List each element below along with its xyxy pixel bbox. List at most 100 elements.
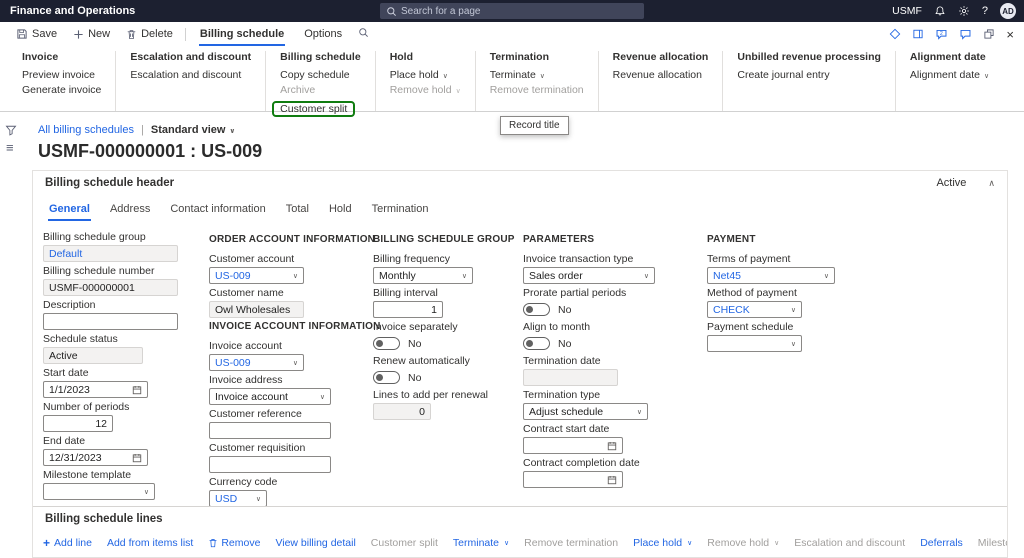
calendar-icon[interactable] <box>132 453 142 463</box>
alignment-date-dropdown[interactable]: Alignment date <box>910 69 989 81</box>
add-line-button[interactable]: Add line <box>43 536 92 550</box>
align-to-month-toggle[interactable]: No <box>523 335 663 352</box>
close-icon[interactable]: × <box>1006 28 1014 41</box>
customer-account-dropdown[interactable]: US-009 <box>209 267 304 284</box>
currency-code-dropdown[interactable]: USD <box>209 490 267 506</box>
termination-type-dropdown[interactable]: Adjust schedule <box>523 403 648 420</box>
prorate-partial-periods-toggle[interactable]: No <box>523 301 663 318</box>
open-in-new-window-icon[interactable] <box>983 28 995 40</box>
action-search-icon[interactable] <box>352 25 375 43</box>
tab-options[interactable]: Options <box>294 22 352 46</box>
tab-hold[interactable]: Hold <box>321 199 360 221</box>
tab-general[interactable]: General <box>41 199 98 221</box>
termination-date-field <box>523 369 618 386</box>
billing-schedule-group-field[interactable]: Default <box>43 245 178 262</box>
calendar-icon[interactable] <box>132 385 142 395</box>
invoice-account-dropdown[interactable]: US-009 <box>209 354 304 371</box>
bell-icon[interactable] <box>934 5 946 17</box>
collapse-chevron-icon[interactable] <box>988 178 995 189</box>
number-of-periods-field[interactable]: 12 <box>43 415 113 432</box>
help-icon[interactable]: ? <box>982 5 988 17</box>
calendar-icon[interactable] <box>607 475 617 485</box>
tab-termination[interactable]: Termination <box>364 199 437 221</box>
tab-address[interactable]: Address <box>102 199 158 221</box>
revenue-allocation-button[interactable]: Revenue allocation <box>613 69 709 81</box>
contract-start-date-field[interactable] <box>523 437 623 454</box>
schedule-status-field[interactable]: Active <box>43 347 143 364</box>
toggle-value: No <box>558 303 572 316</box>
tab-total[interactable]: Total <box>278 199 317 221</box>
app-title[interactable]: Finance and Operations <box>10 5 135 17</box>
field-label: Termination type <box>523 389 601 401</box>
breadcrumb-separator: | <box>141 124 144 136</box>
copy-schedule-button[interactable]: Copy schedule <box>280 69 361 81</box>
command-bar: Save New Delete Billing schedule Options… <box>0 22 1024 46</box>
field-value: Invoice account <box>215 390 288 403</box>
chat-icon[interactable] <box>959 28 972 41</box>
personalization-icon[interactable] <box>889 28 901 40</box>
method-of-payment-dropdown[interactable]: CHECK <box>707 301 802 318</box>
all-billing-schedules-link[interactable]: All billing schedules <box>38 124 134 136</box>
deferrals-button[interactable]: Deferrals <box>920 537 963 549</box>
tab-billing-schedule[interactable]: Billing schedule <box>190 22 294 46</box>
escalation-and-discount-button[interactable]: Escalation and discount <box>130 69 251 81</box>
billing-schedule-number-field[interactable]: USMF-000000001 <box>43 279 178 296</box>
place-hold-line-dropdown[interactable]: Place hold <box>633 537 692 549</box>
add-from-items-list-button[interactable]: Add from items list <box>107 537 193 549</box>
field-label: Invoice address <box>209 374 283 386</box>
billing-schedule-header-card: Billing schedule header Active General A… <box>32 170 1008 558</box>
pane-toggle-icon[interactable] <box>6 140 14 155</box>
start-date-field[interactable]: 1/1/2023 <box>43 381 148 398</box>
generate-invoice-button[interactable]: Generate invoice <box>22 84 101 96</box>
remove-button[interactable]: Remove <box>208 537 260 549</box>
view-selector[interactable]: Standard view <box>151 124 235 136</box>
billing-frequency-dropdown[interactable]: Monthly <box>373 267 473 284</box>
invoice-address-dropdown[interactable]: Invoice account <box>209 388 331 405</box>
view-billing-detail-button[interactable]: View billing detail <box>275 537 355 549</box>
billing-schedule-lines-header[interactable]: Billing schedule lines <box>33 506 1007 531</box>
contract-completion-date-field[interactable] <box>523 471 623 488</box>
messages-icon[interactable]: 2 <box>935 28 948 41</box>
field-label: Billing schedule group <box>43 231 146 243</box>
milestone-template-dropdown[interactable] <box>43 483 155 500</box>
field-label: Lines to add per renewal <box>373 389 488 401</box>
button-label: Remove <box>221 537 261 549</box>
gear-icon[interactable] <box>958 5 970 17</box>
company-picker[interactable]: USMF <box>892 5 922 17</box>
terminate-dropdown[interactable]: Terminate <box>490 69 584 81</box>
tab-contact-information[interactable]: Contact information <box>162 199 273 221</box>
preview-invoice-button[interactable]: Preview invoice <box>22 69 101 81</box>
field-value: CHECK <box>713 303 750 316</box>
terms-of-payment-dropdown[interactable]: Net45 <box>707 267 835 284</box>
invoice-separately-toggle[interactable]: No <box>373 335 495 352</box>
field-value: Net45 <box>713 269 742 282</box>
billing-interval-field[interactable]: 1 <box>373 301 443 318</box>
end-date-field[interactable]: 12/31/2023 <box>43 449 148 466</box>
search-input[interactable] <box>401 5 621 17</box>
filter-icon[interactable] <box>5 124 17 136</box>
create-journal-entry-button[interactable]: Create journal entry <box>737 69 881 81</box>
invoice-transaction-type-dropdown[interactable]: Sales order <box>523 267 655 284</box>
delete-button[interactable]: Delete <box>118 22 181 46</box>
customer-requisition-field[interactable] <box>209 456 331 473</box>
avatar[interactable]: AD <box>1000 3 1016 19</box>
sidepane-icon[interactable] <box>912 28 924 40</box>
description-field[interactable] <box>43 313 178 330</box>
renew-automatically-toggle[interactable]: No <box>373 369 495 386</box>
global-search[interactable] <box>380 3 644 19</box>
calendar-icon[interactable] <box>607 441 617 451</box>
save-button[interactable]: Save <box>8 22 65 46</box>
trash-icon <box>209 539 217 548</box>
ribbon-group-title: Billing schedule <box>280 51 361 63</box>
customer-split-button[interactable]: Customer split <box>272 101 356 117</box>
customer-name-field[interactable]: Owl Wholesales <box>209 301 304 318</box>
customer-reference-field[interactable] <box>209 422 331 439</box>
button-label: Milestone allocation <box>977 537 1007 549</box>
section-header[interactable]: Billing schedule header Active <box>33 171 1007 195</box>
button-label: Terminate <box>452 537 500 549</box>
payment-schedule-dropdown[interactable] <box>707 335 802 352</box>
terminate-line-dropdown[interactable]: Terminate <box>453 537 509 549</box>
place-hold-dropdown[interactable]: Place hold <box>390 69 461 81</box>
ribbon-group-title: Termination <box>489 51 549 63</box>
new-button[interactable]: New <box>65 22 118 46</box>
